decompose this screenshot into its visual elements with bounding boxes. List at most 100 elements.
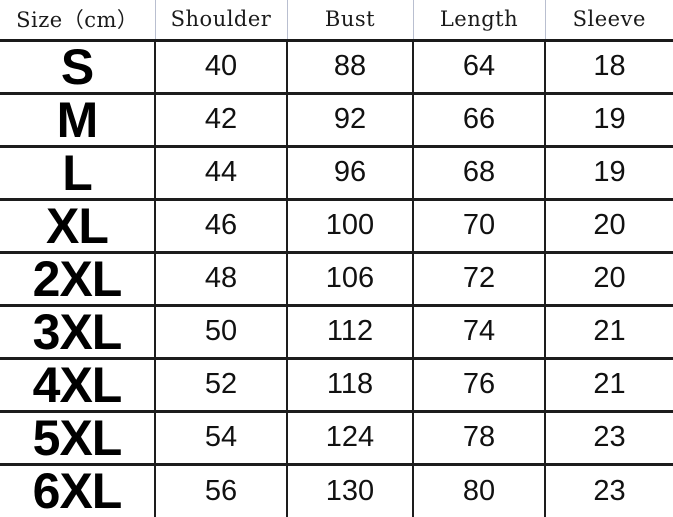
size-label-cell: 3XL — [0, 305, 156, 360]
measurement-cell-length: 80 — [413, 464, 546, 517]
measurement-cell-shoulder: 48 — [155, 252, 288, 307]
measurement-value: 46 — [204, 209, 238, 241]
measurement-value: 64 — [462, 50, 496, 82]
size-label: L — [62, 146, 93, 199]
measurement-value: 66 — [462, 103, 496, 135]
measurement-value: 124 — [325, 421, 375, 453]
size-label: 4XL — [32, 358, 123, 411]
table-row: S 40 88 64 18 — [0, 40, 673, 95]
measurement-cell-sleeve: 19 — [545, 146, 673, 201]
measurement-value: 50 — [204, 315, 238, 347]
measurement-cell-sleeve: 23 — [545, 411, 673, 466]
measurement-value: 44 — [204, 156, 238, 188]
measurement-cell-bust: 96 — [287, 146, 414, 201]
table-row: 5XL 54 124 78 23 — [0, 411, 673, 466]
measurement-value: 40 — [204, 50, 238, 82]
table-row: 4XL 52 118 76 21 — [0, 358, 673, 413]
size-chart-table: Size（cm） Shoulder Bust Length Sleeve S 40… — [0, 0, 673, 517]
measurement-cell-length: 78 — [413, 411, 546, 466]
measurement-value: 68 — [462, 156, 496, 188]
measurement-value: 106 — [325, 262, 375, 294]
column-header-sleeve: Sleeve — [545, 0, 673, 42]
measurement-value: 54 — [204, 421, 238, 453]
measurement-cell-sleeve: 19 — [545, 93, 673, 148]
measurement-value: 112 — [326, 315, 374, 347]
table-row: M 42 92 66 19 — [0, 93, 673, 148]
size-label: 3XL — [32, 305, 123, 358]
measurement-value: 74 — [462, 315, 496, 347]
table-body: S 40 88 64 18 M 42 92 66 19 L 44 96 68 19 XL 46 100 70 20 2X… — [0, 40, 673, 517]
measurement-cell-length: 76 — [413, 358, 546, 413]
size-label: M — [56, 93, 99, 146]
measurement-value: 92 — [333, 103, 367, 135]
measurement-cell-length: 68 — [413, 146, 546, 201]
measurement-cell-sleeve: 21 — [545, 305, 673, 360]
measurement-cell-shoulder: 50 — [155, 305, 288, 360]
measurement-cell-sleeve: 21 — [545, 358, 673, 413]
measurement-value: 23 — [593, 421, 626, 453]
measurement-cell-bust: 124 — [287, 411, 414, 466]
measurement-value: 76 — [462, 368, 496, 400]
measurement-value: 96 — [333, 156, 367, 188]
measurement-value: 130 — [325, 474, 375, 507]
measurement-cell-bust: 100 — [287, 199, 414, 254]
measurement-value: 23 — [593, 474, 626, 507]
measurement-value: 21 — [593, 368, 626, 400]
measurement-cell-length: 74 — [413, 305, 546, 360]
measurement-value: 70 — [462, 209, 496, 241]
table-header: Size（cm） Shoulder Bust Length Sleeve — [0, 0, 673, 42]
measurement-value: 72 — [462, 262, 496, 294]
size-label-cell: S — [0, 40, 156, 95]
measurement-cell-bust: 112 — [287, 305, 414, 360]
size-label-cell: M — [0, 93, 156, 148]
size-label-cell: XL — [0, 199, 156, 254]
measurement-cell-shoulder: 44 — [155, 146, 288, 201]
measurement-cell-sleeve: 20 — [545, 199, 673, 254]
size-label-cell: 4XL — [0, 358, 156, 413]
table-row: 2XL 48 106 72 20 — [0, 252, 673, 307]
size-label: 5XL — [32, 411, 123, 464]
measurement-value: 42 — [204, 103, 238, 135]
measurement-cell-bust: 118 — [287, 358, 414, 413]
measurement-value: 56 — [204, 474, 238, 507]
measurement-value: 19 — [593, 103, 626, 135]
column-header-size: Size（cm） — [0, 0, 156, 42]
size-label-cell: 2XL — [0, 252, 156, 307]
size-label: 2XL — [32, 252, 123, 305]
measurement-value: 80 — [462, 474, 496, 507]
table-row: 3XL 50 112 74 21 — [0, 305, 673, 360]
header-row: Size（cm） Shoulder Bust Length Sleeve — [0, 0, 673, 42]
size-label: 6XL — [32, 464, 123, 517]
size-label-cell: 6XL — [0, 464, 156, 517]
table-row: 6XL 56 130 80 23 — [0, 464, 673, 517]
measurement-value: 18 — [593, 50, 626, 82]
measurement-value: 19 — [593, 156, 626, 188]
measurement-value: 100 — [325, 209, 375, 241]
size-label: XL — [46, 199, 109, 252]
measurement-cell-bust: 88 — [287, 40, 414, 95]
size-label-cell: L — [0, 146, 156, 201]
measurement-cell-bust: 106 — [287, 252, 414, 307]
measurement-cell-sleeve: 23 — [545, 464, 673, 517]
column-header-length: Length — [413, 0, 546, 42]
column-header-shoulder: Shoulder — [155, 0, 288, 42]
column-header-bust: Bust — [287, 0, 414, 42]
measurement-cell-shoulder: 52 — [155, 358, 288, 413]
table-row: L 44 96 68 19 — [0, 146, 673, 201]
measurement-value: 21 — [593, 315, 626, 347]
measurement-value: 88 — [333, 50, 367, 82]
measurement-cell-shoulder: 40 — [155, 40, 288, 95]
measurement-cell-length: 66 — [413, 93, 546, 148]
measurement-value: 52 — [204, 368, 238, 400]
size-label: S — [60, 40, 94, 93]
measurement-value: 78 — [462, 421, 496, 453]
measurement-value: 48 — [204, 262, 238, 294]
measurement-cell-length: 72 — [413, 252, 546, 307]
measurement-cell-shoulder: 56 — [155, 464, 288, 517]
measurement-cell-shoulder: 46 — [155, 199, 288, 254]
measurement-cell-shoulder: 42 — [155, 93, 288, 148]
measurement-cell-sleeve: 20 — [545, 252, 673, 307]
table-row: XL 46 100 70 20 — [0, 199, 673, 254]
measurement-value: 20 — [593, 262, 626, 294]
measurement-cell-shoulder: 54 — [155, 411, 288, 466]
